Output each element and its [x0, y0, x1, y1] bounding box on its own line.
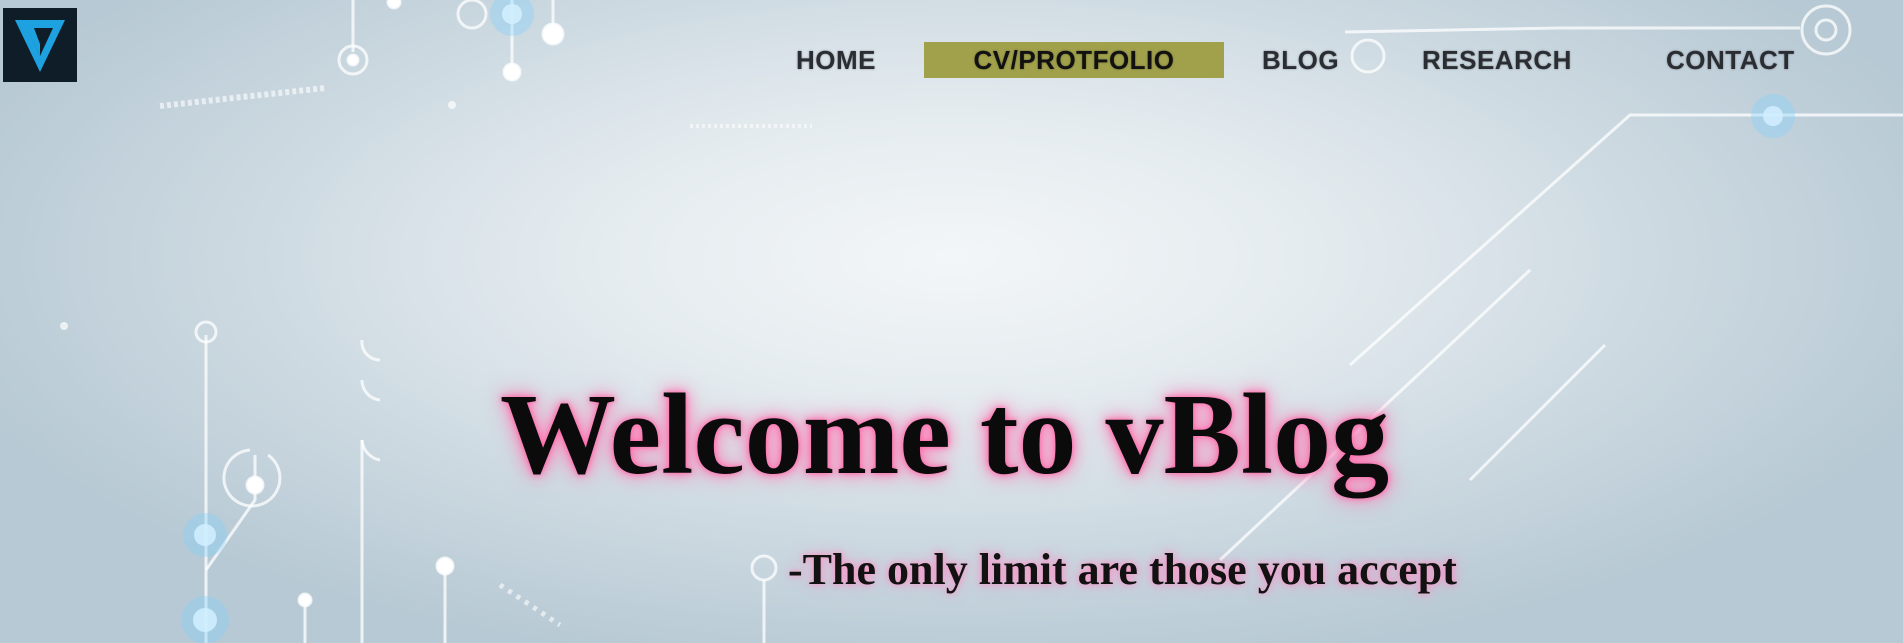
nav-research[interactable]: RESEARCH [1422, 42, 1572, 78]
hero-title: Welcome to vBlog [500, 371, 1390, 499]
nav-cv-portfolio[interactable]: CV/PROTFOLIO [924, 42, 1224, 78]
nav-blog[interactable]: BLOG [1262, 42, 1339, 78]
hero-subtitle: -The only limit are those you accept [788, 545, 1457, 594]
nav-contact[interactable]: CONTACT [1666, 42, 1795, 78]
site-logo[interactable] [3, 8, 77, 82]
v-logo-icon [15, 20, 65, 72]
nav-home[interactable]: HOME [796, 42, 876, 78]
